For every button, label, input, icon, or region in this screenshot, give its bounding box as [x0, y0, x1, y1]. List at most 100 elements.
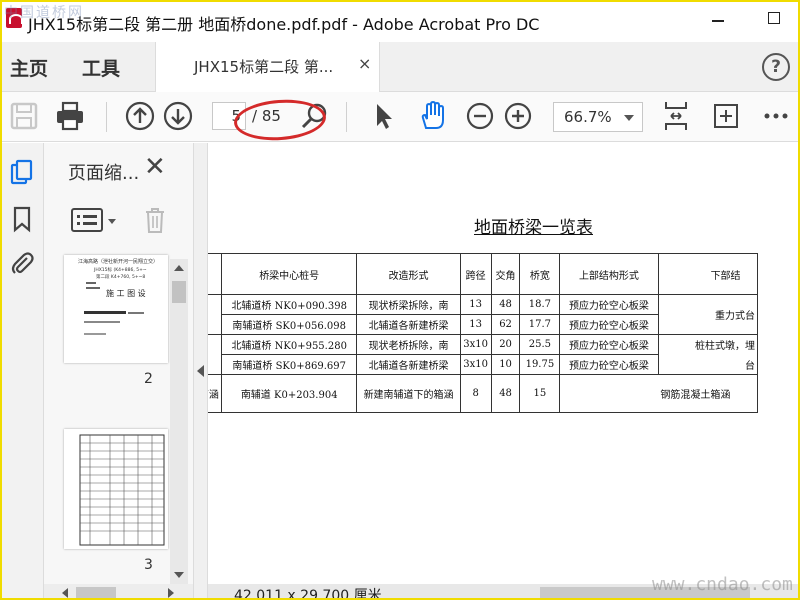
select-icon[interactable] — [368, 100, 400, 132]
table-cell: 15 — [519, 374, 561, 413]
table-cell: 现状桥梁拆除，南 — [356, 294, 461, 315]
document-view[interactable]: 地面桥梁一览表 桥梁中心桩号 改造形式 跨径 交角 桥宽 上部结构形式 下部结 … — [208, 143, 798, 584]
thumbnails-hscrollbar[interactable] — [44, 584, 193, 598]
table-cell: 桩柱式墩，埋 — [657, 334, 759, 355]
table-cell: 南辅道桥 SK0+869.697 — [220, 354, 358, 375]
help-icon[interactable]: ? — [762, 53, 790, 81]
table-cell: 重力式台 — [657, 294, 759, 335]
zoom-value: 66.7% — [564, 108, 612, 126]
table-cell: 北辅道桥 NK0+955.280 — [220, 334, 358, 355]
panel-collapse-handle[interactable] — [194, 143, 208, 598]
prev-page-icon[interactable] — [124, 100, 156, 132]
thumbnails-scrollbar[interactable] — [170, 259, 188, 584]
table-cell — [208, 334, 222, 375]
zoom-in-icon[interactable] — [502, 100, 534, 132]
fit-page-icon[interactable] — [660, 100, 692, 132]
column-header: 跨径 — [459, 253, 492, 295]
column-header: 交角 — [490, 253, 521, 295]
toolbar-separator — [106, 102, 107, 132]
trash-icon[interactable] — [140, 205, 170, 235]
table-row: 南辅道桥 SK0+869.697 北辅道各新建桥梁 3x10 10 19.75 … — [208, 354, 759, 375]
table-row: 北辅道桥 NK0+090.398 现状桥梁拆除，南 13 48 18.7 预应力… — [208, 294, 759, 335]
thumbnail-page-3 — [79, 434, 165, 546]
attachments-icon[interactable] — [8, 249, 36, 277]
table-cell: 13 — [459, 294, 492, 315]
table-cell: 北辅道各新建桥梁 — [356, 354, 461, 375]
table-cell: 预应力砼空心板梁 — [559, 294, 659, 315]
table-cell: 箱涵 — [208, 374, 222, 413]
close-tab-icon[interactable]: × — [358, 54, 371, 73]
tab-home[interactable]: 主页 — [10, 54, 48, 81]
page-thumbnail[interactable] — [64, 429, 168, 549]
column-header: 桥宽 — [519, 253, 561, 295]
chevron-down-icon — [624, 115, 634, 121]
table-cell: 20 — [490, 334, 521, 355]
page-thumbnails-icon[interactable] — [8, 159, 36, 187]
thumbnail-page-2: 江海高路（泄社新开河一民翔立交） JHX15标 (K4+886, 5+~ 第二段… — [78, 258, 158, 335]
tools-icon[interactable] — [710, 100, 742, 132]
scroll-left-icon[interactable] — [62, 588, 68, 598]
column-header: 改造形式 — [356, 253, 461, 295]
tab-document[interactable]: JHX15标第二段 第... × — [155, 42, 380, 92]
scroll-right-icon[interactable] — [168, 588, 174, 598]
table-cell: 3x10 — [459, 354, 492, 375]
save-icon[interactable] — [8, 100, 40, 132]
left-tool-rail — [2, 143, 44, 598]
column-header: 桥梁中心桩号 — [220, 253, 358, 295]
close-icon[interactable]: ✕ — [144, 153, 166, 181]
table-cell: 48 — [490, 374, 521, 413]
document-heading: 地面桥梁一览表 — [474, 218, 593, 238]
chevron-down-icon[interactable] — [108, 219, 116, 224]
table-cell: 19.75 — [519, 354, 561, 375]
bridge-table: 桥梁中心桩号 改造形式 跨径 交角 桥宽 上部结构形式 下部结 北辅道桥 NK0… — [208, 253, 759, 413]
page-thumbnail[interactable]: 江海高路（泄社新开河一民翔立交） JHX15标 (K4+886, 5+~ 第二段… — [64, 255, 168, 363]
next-page-icon[interactable] — [162, 100, 194, 132]
table-row: 北辅道桥 NK0+955.280 现状老桥拆除，南 3x10 20 25.5 预… — [208, 334, 759, 375]
table-cell: 17.7 — [519, 314, 561, 335]
table-cell: 3x10 — [459, 334, 492, 355]
print-icon[interactable] — [54, 100, 86, 132]
column-header: 下部结 — [657, 253, 759, 295]
table-cell: 钢筋混凝土箱涵 — [559, 374, 758, 413]
thumb-line: 施 工 图 设 — [106, 288, 146, 298]
panel-title: 页面缩... — [68, 163, 140, 184]
scrollbar-thumb[interactable] — [76, 587, 116, 598]
table-cell: 62 — [490, 314, 521, 335]
thumbnail-page-number: 2 — [144, 371, 153, 387]
window-title: JHX15标第二段 第二册 地面桥done.pdf.pdf - Adobe Ac… — [28, 15, 540, 34]
table-cell: 10 — [490, 354, 521, 375]
table-row: 箱涵 南辅道 K0+203.904 新建南辅道下的箱涵 8 48 15 钢筋混凝… — [208, 374, 758, 413]
toolbar: 5 / 85 66.7% — [2, 92, 798, 142]
thumbnails-panel: 页面缩... ✕ 江海高路（泄社新开河一民翔立交） JHX15标 (K4+886… — [44, 143, 194, 598]
zoom-select[interactable]: 66.7% — [553, 102, 643, 132]
table-cell: 预应力砼空心板梁 — [559, 314, 659, 335]
more-icon[interactable] — [760, 100, 792, 132]
scrollbar-thumb[interactable] — [172, 281, 186, 303]
table-cell: 预应力砼空心板梁 — [559, 354, 659, 375]
title-bar: 中国道桥网 JHX15标第二段 第二册 地面桥done.pdf.pdf - Ad… — [2, 2, 798, 42]
table-cell: 南辅道桥 SK0+056.098 — [220, 314, 358, 335]
table-cell: 北辅道各新建桥梁 — [356, 314, 461, 335]
column-header: 上部结构形式 — [559, 253, 659, 295]
maximize-icon[interactable] — [768, 12, 780, 24]
bookmarks-icon[interactable] — [8, 205, 36, 233]
page-dimensions: 42.011 x 29.700 厘米 — [234, 588, 382, 600]
zoom-out-icon[interactable] — [464, 100, 496, 132]
table-cell — [208, 294, 222, 335]
minimize-icon[interactable] — [712, 20, 724, 22]
options-icon[interactable] — [70, 207, 104, 233]
tab-tools[interactable]: 工具 — [82, 54, 120, 81]
thumb-line: JHX15标 (K4+886, 5+~ — [93, 266, 147, 273]
tab-bar: 主页 工具 JHX15标第二段 第... × ? — [2, 42, 798, 92]
table-cell: 48 — [490, 294, 521, 315]
scroll-up-icon[interactable] — [174, 265, 184, 271]
table-cell: 现状老桥拆除，南 — [356, 334, 461, 355]
table-header-row: 桥梁中心桩号 改造形式 跨径 交角 桥宽 上部结构形式 下部结 — [208, 253, 759, 295]
document-tab-label: JHX15标第二段 第... — [194, 58, 334, 76]
hand-icon[interactable] — [416, 100, 448, 132]
thumb-line: 江海高路（泄社新开河一民翔立交） — [78, 258, 158, 265]
scroll-down-icon[interactable] — [174, 572, 184, 578]
thumbnail-page-number: 3 — [144, 557, 153, 573]
table-cell: 新建南辅道下的箱涵 — [356, 374, 461, 413]
table-cell: 8 — [459, 374, 492, 413]
